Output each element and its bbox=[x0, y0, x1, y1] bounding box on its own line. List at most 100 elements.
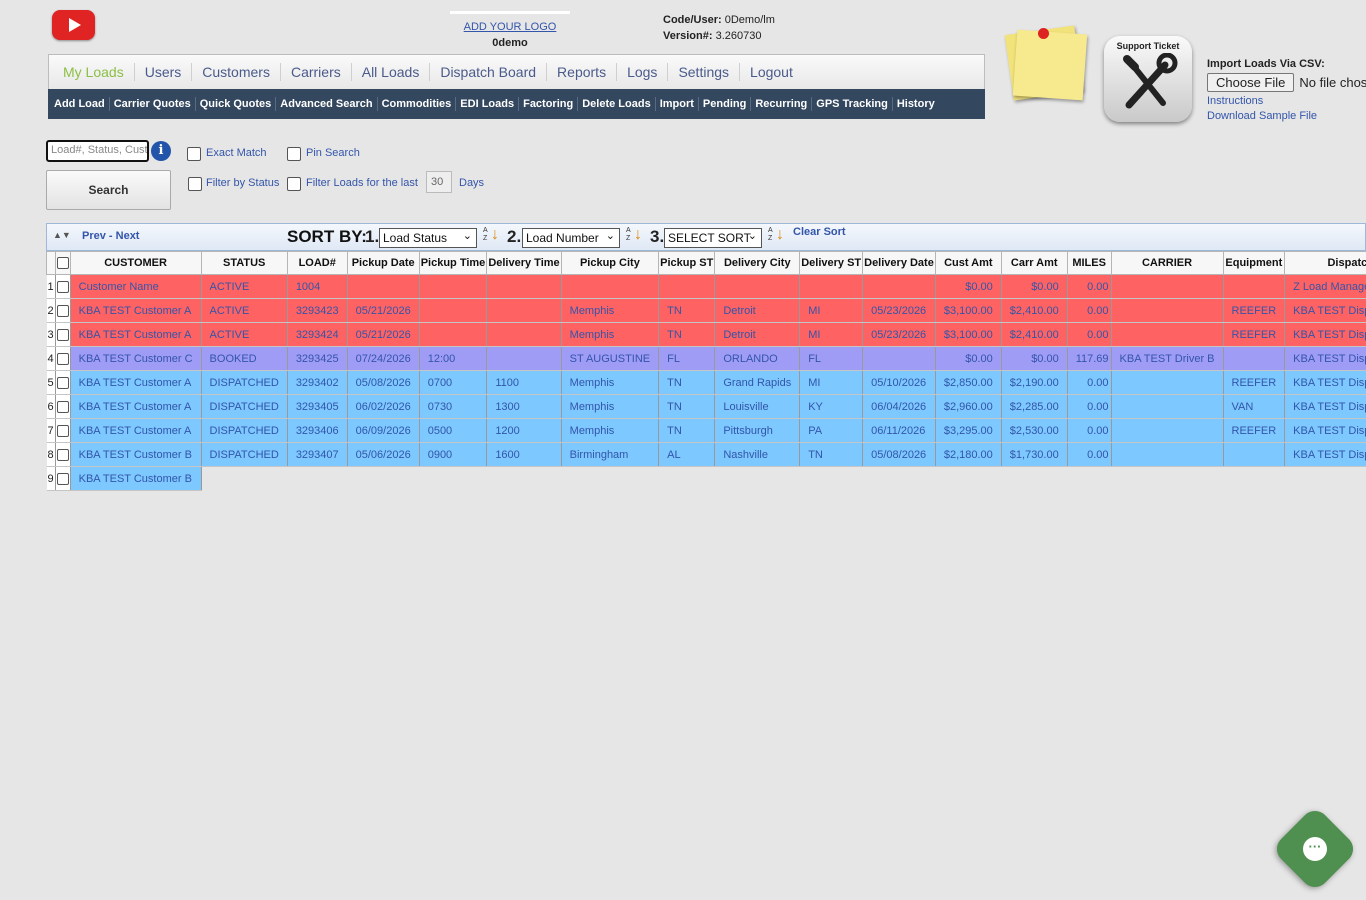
table-cell[interactable]: KBA TEST Dispatcherous bbox=[1284, 298, 1366, 323]
table-cell[interactable]: 05/23/2026 bbox=[862, 322, 936, 347]
header-equipment[interactable]: Equipment bbox=[1222, 251, 1286, 275]
table-cell[interactable]: 3293423 bbox=[287, 298, 348, 323]
table-cell[interactable]: AL bbox=[658, 442, 716, 467]
table-cell[interactable]: Nashville bbox=[714, 442, 801, 467]
table-cell[interactable]: Detroit bbox=[714, 298, 801, 323]
table-cell[interactable]: Memphis bbox=[561, 394, 660, 419]
table-row[interactable]: 4 KBA TEST Customer C BOOKED 3293425 07/24/2… bbox=[46, 346, 1366, 371]
table-cell[interactable]: $2,190.00 bbox=[1001, 370, 1068, 395]
table-cell[interactable] bbox=[1111, 394, 1224, 419]
table-cell[interactable]: 05/10/2026 bbox=[862, 370, 936, 395]
table-cell[interactable] bbox=[1111, 322, 1224, 347]
table-cell[interactable]: REEFER bbox=[1223, 298, 1286, 323]
youtube-icon[interactable] bbox=[52, 10, 95, 40]
table-cell[interactable]: KBA TEST Dispatcherous bbox=[1284, 322, 1366, 347]
table-row[interactable]: 2 KBA TEST Customer A ACTIVE 3293423 05/21/2… bbox=[46, 298, 1366, 323]
pin-search-checkbox[interactable] bbox=[287, 147, 301, 161]
table-cell[interactable]: $2,410.00 bbox=[1001, 298, 1068, 323]
table-cell[interactable]: 05/23/2026 bbox=[862, 298, 936, 323]
table-cell[interactable]: $2,180.00 bbox=[935, 442, 1002, 467]
table-cell[interactable]: ACTIVE bbox=[201, 274, 288, 299]
tab-users[interactable]: Users bbox=[135, 63, 193, 81]
table-cell[interactable]: $2,850.00 bbox=[935, 370, 1002, 395]
sort2-select[interactable]: Load Number ⌄ bbox=[522, 228, 620, 248]
support-ticket-button[interactable]: Support Ticket bbox=[1104, 36, 1192, 122]
table-cell[interactable]: KBA TEST Dispatcherous bbox=[1284, 394, 1366, 419]
tab-logs[interactable]: Logs bbox=[617, 63, 669, 81]
tab-logout[interactable]: Logout bbox=[740, 63, 803, 81]
table-cell[interactable] bbox=[1111, 370, 1224, 395]
subnav-recurring[interactable]: Recurring bbox=[751, 97, 813, 111]
table-cell[interactable]: Detroit bbox=[714, 322, 801, 347]
table-cell[interactable]: Memphis bbox=[561, 418, 660, 443]
sort2-direction-icon[interactable]: A Z ↓ bbox=[626, 226, 644, 247]
table-cell[interactable]: 0.00 bbox=[1067, 418, 1112, 443]
table-cell[interactable]: 0.00 bbox=[1067, 370, 1112, 395]
table-cell[interactable]: 1300 bbox=[486, 394, 562, 419]
table-cell[interactable]: KBA TEST Customer A bbox=[70, 418, 202, 443]
table-cell[interactable]: $2,530.00 bbox=[1001, 418, 1068, 443]
row-checkbox[interactable] bbox=[56, 352, 69, 365]
table-cell[interactable] bbox=[799, 274, 864, 299]
table-cell[interactable]: MI bbox=[799, 322, 864, 347]
prev-next-link[interactable]: Prev - Next bbox=[82, 230, 139, 242]
table-cell[interactable]: $2,960.00 bbox=[935, 394, 1002, 419]
table-cell[interactable] bbox=[714, 274, 801, 299]
table-cell[interactable]: 06/02/2026 bbox=[347, 394, 420, 419]
table-cell[interactable]: KBA TEST Customer A bbox=[70, 322, 202, 347]
table-cell[interactable]: Louisville bbox=[714, 394, 801, 419]
table-cell[interactable] bbox=[419, 322, 488, 347]
tab-carriers[interactable]: Carriers bbox=[281, 63, 352, 81]
select-all-checkbox[interactable] bbox=[56, 257, 69, 270]
table-cell[interactable]: Z Load Manager Support bbox=[1284, 274, 1366, 299]
table-cell[interactable]: Customer Name bbox=[70, 274, 202, 299]
header-carr-amt[interactable]: Carr Amt bbox=[1000, 251, 1068, 275]
subnav-add-load[interactable]: Add Load bbox=[50, 97, 110, 111]
table-cell[interactable]: DISPATCHED bbox=[201, 418, 288, 443]
table-cell[interactable]: $0.00 bbox=[1001, 274, 1068, 299]
table-cell[interactable]: 06/04/2026 bbox=[862, 394, 936, 419]
header-carrier[interactable]: CARRIER bbox=[1110, 251, 1224, 275]
subnav-history[interactable]: History bbox=[893, 97, 939, 111]
chat-button[interactable]: ··· bbox=[1271, 805, 1359, 893]
table-cell[interactable]: $0.00 bbox=[1001, 346, 1068, 371]
table-cell[interactable]: 1600 bbox=[486, 442, 562, 467]
row-checkbox[interactable] bbox=[56, 424, 69, 437]
header-pickup-date[interactable]: Pickup Date bbox=[346, 251, 420, 275]
table-cell[interactable]: KBA TEST Dispatcherous bbox=[1284, 370, 1366, 395]
table-cell[interactable]: TN bbox=[658, 394, 716, 419]
table-cell[interactable]: 0500 bbox=[419, 418, 488, 443]
table-cell[interactable] bbox=[486, 346, 562, 371]
table-cell[interactable]: 117.69 bbox=[1067, 346, 1112, 371]
subnav-pending[interactable]: Pending bbox=[699, 97, 752, 111]
table-cell[interactable]: Birmingham bbox=[561, 442, 660, 467]
tab-settings[interactable]: Settings bbox=[668, 63, 741, 81]
table-cell[interactable]: Memphis bbox=[561, 370, 660, 395]
table-cell[interactable]: $2,285.00 bbox=[1001, 394, 1068, 419]
table-cell[interactable] bbox=[486, 274, 562, 299]
row-checkbox[interactable] bbox=[56, 328, 69, 341]
table-cell[interactable]: ACTIVE bbox=[201, 298, 288, 323]
header-pickup-time[interactable]: Pickup Time bbox=[418, 251, 488, 275]
header-status[interactable]: STATUS bbox=[200, 251, 288, 275]
exact-match-checkbox[interactable] bbox=[187, 147, 201, 161]
header-customer[interactable]: CUSTOMER bbox=[69, 251, 202, 275]
table-cell[interactable]: 1100 bbox=[486, 370, 562, 395]
table-cell[interactable]: Grand Rapids bbox=[714, 370, 801, 395]
table-cell[interactable]: KBA TEST Dispatcher bbox=[1284, 346, 1366, 371]
table-cell[interactable]: KBA TEST Dispatcherous bbox=[1284, 442, 1366, 467]
subnav-quick-quotes[interactable]: Quick Quotes bbox=[196, 97, 277, 111]
table-cell[interactable]: 06/11/2026 bbox=[862, 418, 936, 443]
table-cell[interactable]: ST AUGUSTINE bbox=[561, 346, 660, 371]
table-cell[interactable]: REEFER bbox=[1223, 322, 1286, 347]
tab-my-loads[interactable]: My Loads bbox=[53, 63, 135, 81]
search-input[interactable]: Load#, Status, Cust bbox=[46, 140, 149, 162]
table-cell[interactable]: KY bbox=[799, 394, 864, 419]
row-checkbox[interactable] bbox=[56, 376, 69, 389]
table-cell[interactable]: DISPATCHED bbox=[201, 394, 288, 419]
table-cell[interactable] bbox=[1223, 442, 1286, 467]
table-cell[interactable]: VAN bbox=[1223, 394, 1286, 419]
tab-reports[interactable]: Reports bbox=[547, 63, 618, 81]
sort3-direction-icon[interactable]: A Z ↓ bbox=[768, 226, 786, 247]
table-cell[interactable]: TN bbox=[658, 298, 716, 323]
